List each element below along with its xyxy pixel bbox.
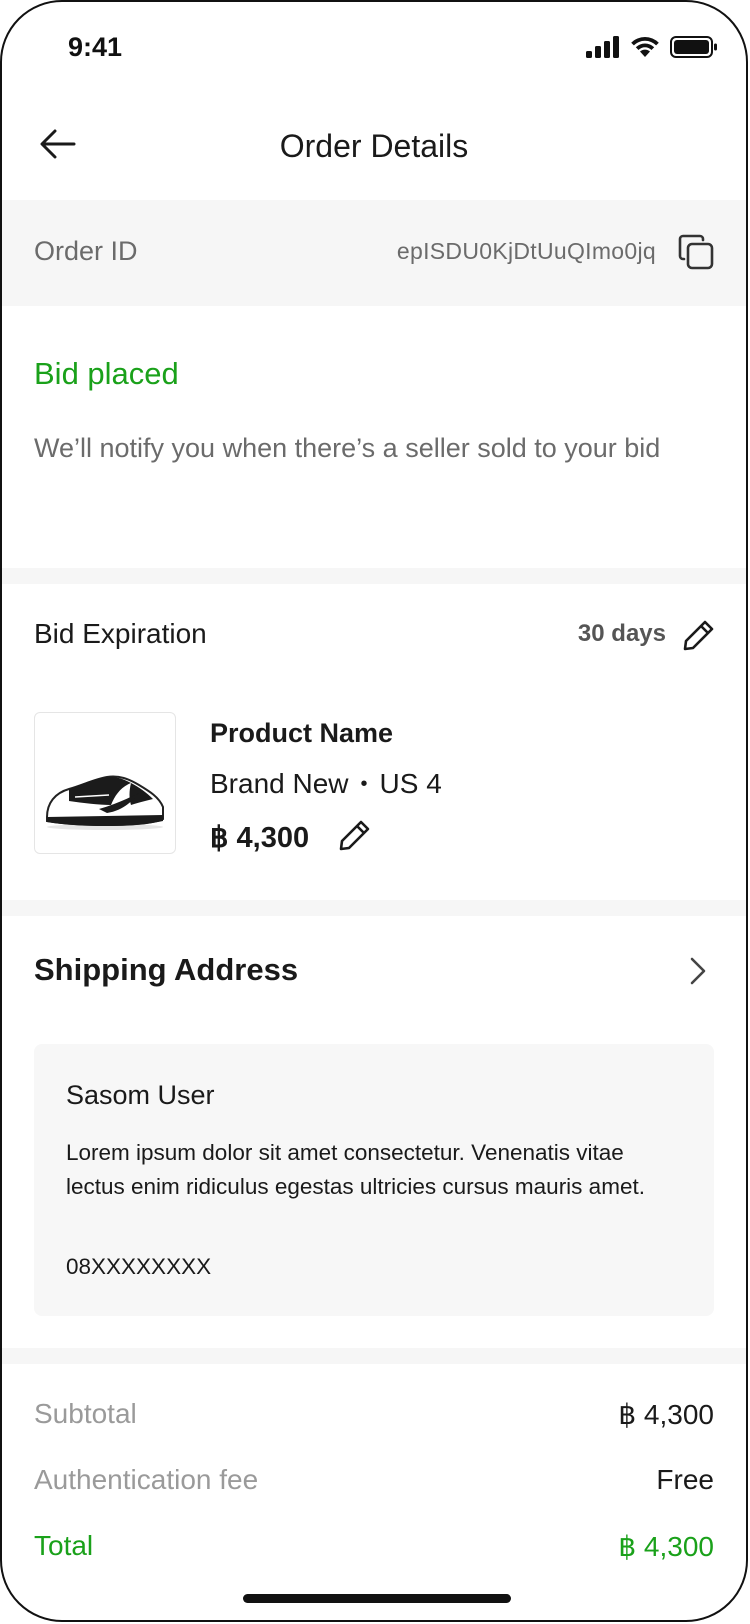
shipping-title: Shipping Address (34, 952, 299, 987)
wifi-icon (630, 36, 660, 63)
bid-status-title: Bid placed (34, 356, 179, 391)
pencil-icon (682, 620, 716, 656)
total-label: Total (34, 1530, 94, 1561)
order-id-row: Order ID epISDU0KjDtUuQImo0jq (2, 200, 746, 306)
section-divider (2, 1348, 746, 1364)
product-size: US 4 (379, 768, 442, 799)
home-indicator (243, 1594, 511, 1603)
bid-expiration-label: Bid Expiration (34, 618, 207, 649)
shipping-section: Shipping Address Sasom User Lorem ipsum … (2, 916, 746, 1346)
cellular-signal-icon (586, 36, 620, 63)
bid-section: Bid Expiration 30 days Product Name Bran… (2, 584, 746, 900)
auth-fee-label: Authentication fee (34, 1464, 259, 1495)
product-image (34, 712, 176, 854)
status-icons (586, 36, 718, 63)
section-divider (2, 568, 746, 584)
total-value: ฿ 4,300 (618, 1531, 714, 1562)
battery-icon (670, 36, 718, 63)
total-row: Total ฿ 4,300 (34, 1530, 714, 1570)
subtotal-row: Subtotal ฿ 4,300 (34, 1398, 714, 1438)
product-meta: Brand New • US 4 (210, 768, 442, 800)
copy-order-id-button[interactable] (676, 232, 716, 272)
edit-price-button[interactable] (338, 818, 372, 852)
page-title: Order Details (279, 128, 469, 164)
order-id-label: Order ID (34, 236, 138, 266)
bid-status-section: Bid placed We’ll notify you when there’s… (2, 306, 746, 568)
subtotal-label: Subtotal (34, 1398, 137, 1429)
address-phone: 08XXXXXXXX (66, 1254, 212, 1279)
address-name: Sasom User (66, 1080, 215, 1110)
subtotal-value: ฿ 4,300 (618, 1399, 714, 1430)
auth-fee-row: Authentication fee Free (34, 1464, 714, 1504)
address-text: Lorem ipsum dolor sit amet consectetur. … (66, 1140, 645, 1199)
address-card[interactable]: Sasom User Lorem ipsum dolor sit amet co… (34, 1044, 714, 1316)
product-name: Product Name (210, 718, 394, 748)
bid-expiration-value: 30 days (577, 620, 666, 647)
auth-fee-value: Free (656, 1464, 714, 1495)
shipping-chevron-button[interactable] (682, 956, 712, 986)
bid-status-note: We’ll notify you when there’s a seller s… (34, 433, 661, 463)
edit-expiration-button[interactable] (682, 618, 716, 652)
status-bar: 9:41 (2, 2, 746, 98)
chevron-right-icon (682, 957, 712, 990)
product-condition: Brand New (210, 768, 349, 799)
sneaker-icon (35, 775, 175, 853)
order-id-value: epISDU0KjDtUuQImo0jq (396, 238, 656, 264)
status-time: 9:41 (68, 32, 123, 62)
phone-frame: 9:41 Order Details Order ID epISDU0KjDtU… (0, 0, 748, 1622)
header: Order Details (2, 102, 746, 194)
bid-price: ฿ 4,300 (210, 822, 310, 854)
pencil-icon (338, 820, 372, 856)
copy-icon (676, 234, 716, 276)
meta-separator: • (360, 772, 368, 795)
price-summary: Subtotal ฿ 4,300 Authentication fee Free… (2, 1364, 746, 1604)
section-divider (2, 900, 746, 916)
